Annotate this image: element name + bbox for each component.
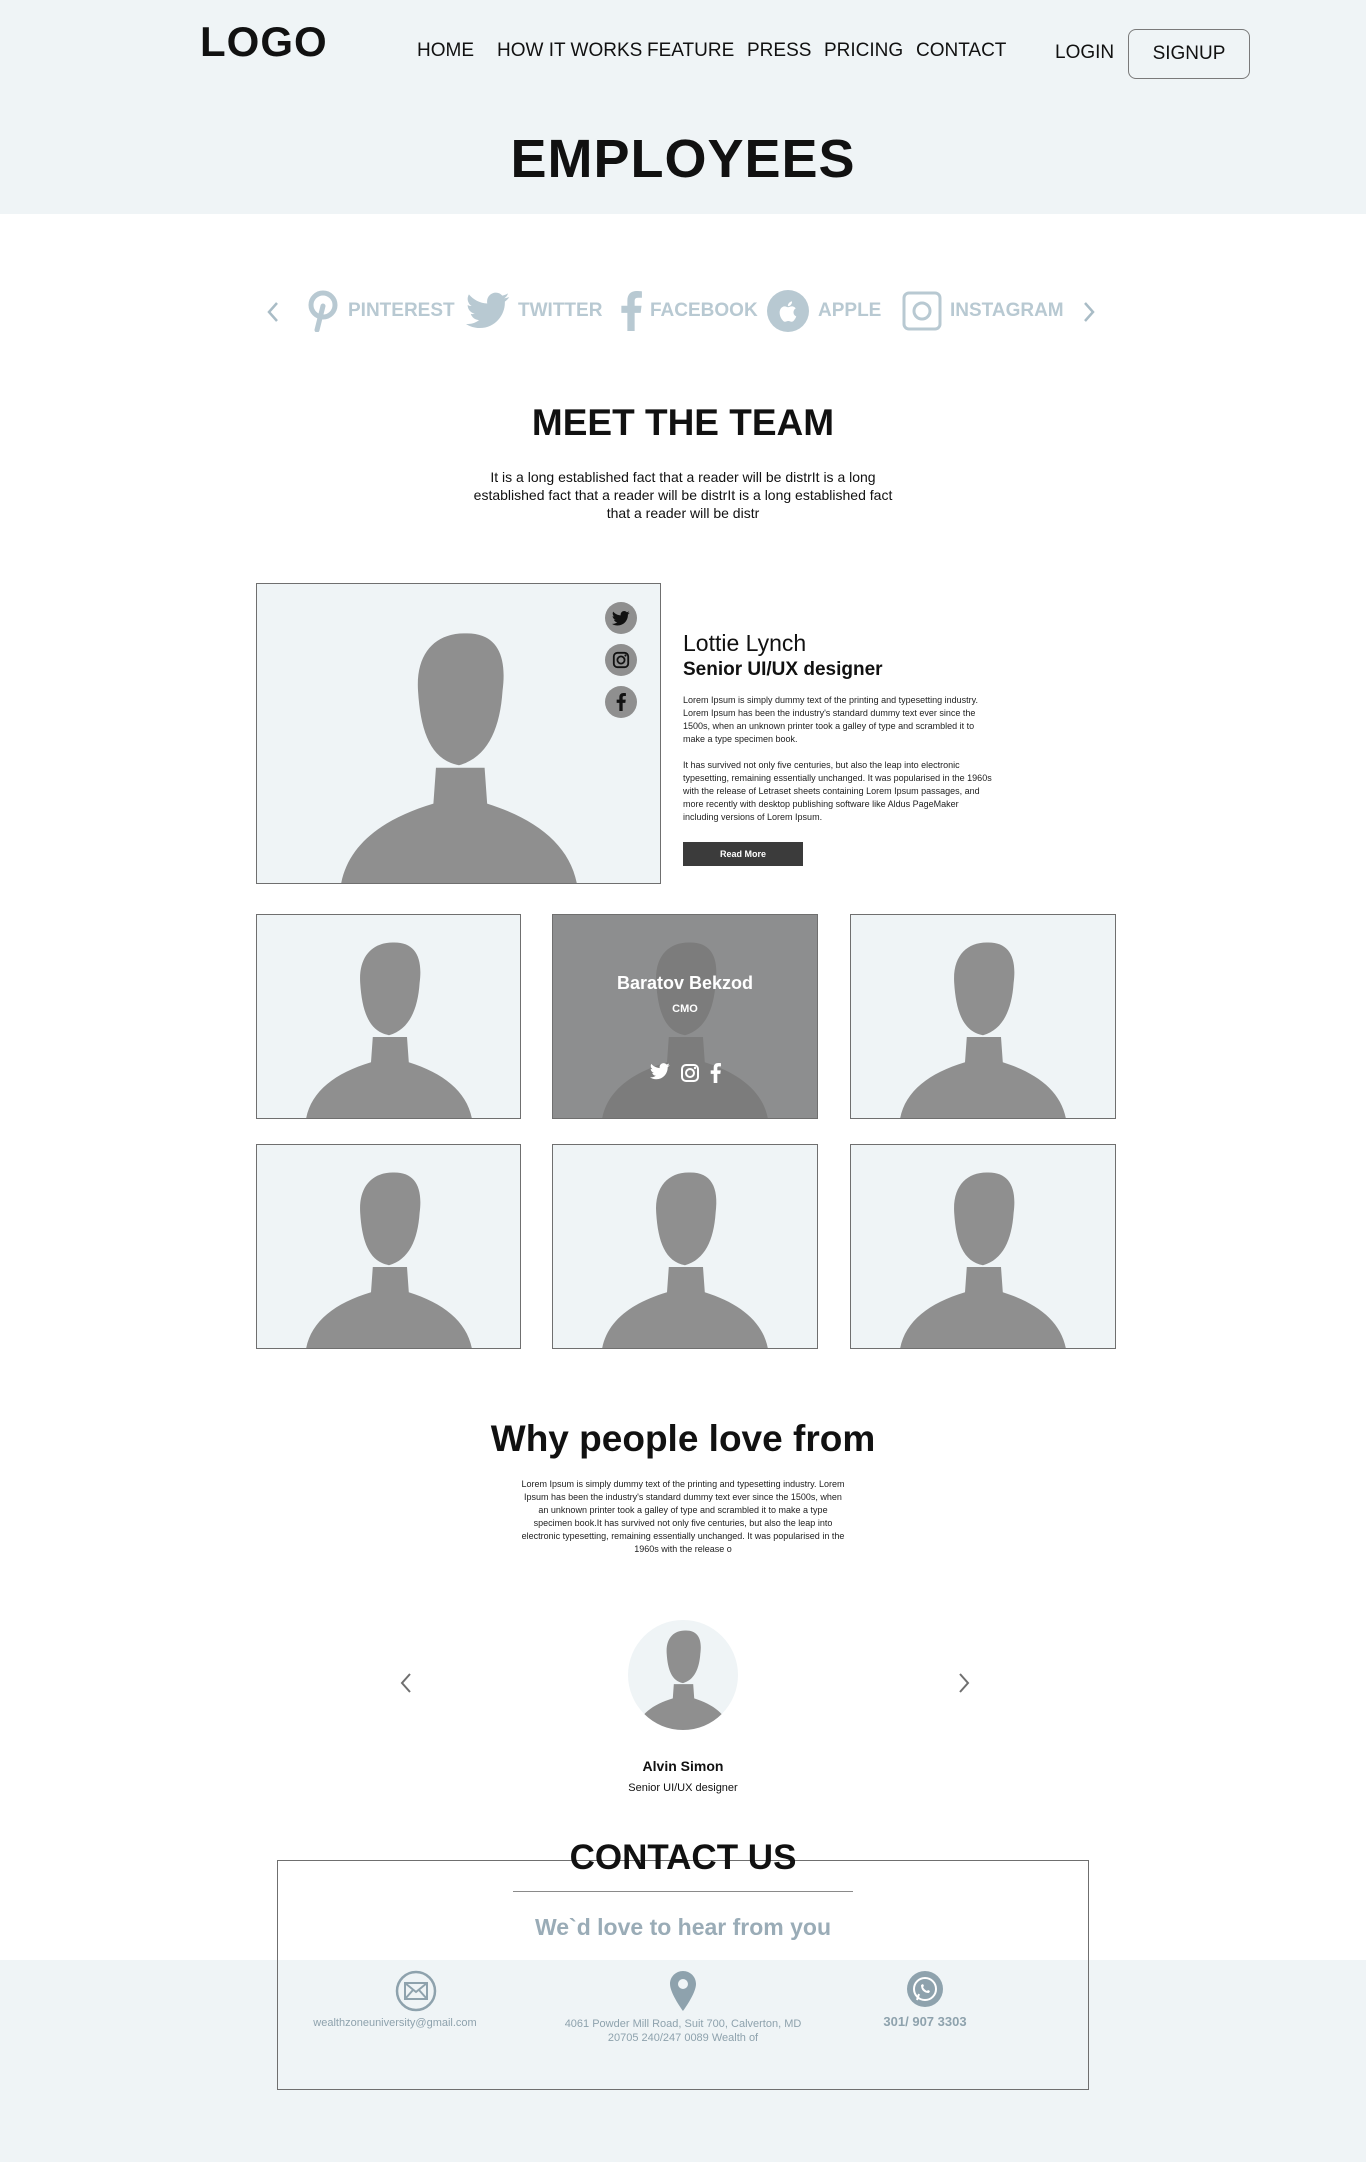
contact-title: CONTACT US bbox=[569, 1838, 797, 1877]
brand-label: APPLE bbox=[818, 300, 882, 321]
mail-icon[interactable] bbox=[395, 1970, 437, 2017]
testimonial-next-chevron-icon[interactable] bbox=[956, 1672, 972, 1699]
why-title: Why people love from bbox=[490, 1418, 876, 1459]
contact-subtitle: We`d love to hear from you bbox=[534, 1914, 832, 1940]
logo[interactable]: LOGO bbox=[200, 18, 328, 66]
team-member-card[interactable] bbox=[256, 1144, 521, 1349]
contact-address: 4061 Powder Mill Road, Suit 700, Calvert… bbox=[564, 2018, 802, 2044]
nav-feature[interactable]: FEATURE bbox=[647, 40, 734, 62]
team-lead: It is a long established fact that a rea… bbox=[473, 469, 893, 521]
team-title: MEET THE TEAM bbox=[531, 402, 835, 443]
read-more-button[interactable]: Read More bbox=[683, 842, 803, 866]
person-silhouette-icon bbox=[305, 942, 472, 1118]
apple-icon bbox=[767, 290, 809, 332]
nav-contact[interactable]: CONTACT bbox=[916, 40, 1006, 62]
featured-member-name: Lottie Lynch bbox=[683, 630, 807, 656]
nav-home[interactable]: HOME bbox=[417, 40, 474, 62]
testimonial-avatar bbox=[628, 1620, 738, 1730]
contact-divider bbox=[513, 1891, 853, 1892]
signup-button[interactable]: SIGNUP bbox=[1128, 29, 1250, 79]
person-silhouette-icon bbox=[602, 1172, 768, 1348]
brands-next-chevron-icon[interactable] bbox=[1080, 300, 1098, 329]
twitter-icon[interactable] bbox=[605, 602, 637, 634]
person-silhouette-icon bbox=[340, 633, 577, 883]
nav-pricing[interactable]: PRICING bbox=[824, 40, 903, 62]
brand-label: TWITTER bbox=[518, 300, 603, 321]
whatsapp-icon[interactable] bbox=[906, 1970, 944, 2013]
brand-label: FACEBOOK bbox=[650, 300, 758, 321]
instagram-icon[interactable] bbox=[680, 1063, 700, 1083]
facebook-icon[interactable] bbox=[605, 686, 637, 718]
brand-twitter[interactable]: TWITTER bbox=[466, 290, 602, 332]
instagram-icon[interactable] bbox=[605, 644, 637, 676]
pinterest-icon bbox=[308, 290, 338, 332]
hover-social-icons bbox=[553, 1063, 817, 1083]
testimonial-prev-chevron-icon[interactable] bbox=[398, 1672, 414, 1699]
card-hover-overlay bbox=[553, 915, 817, 1118]
nav-press[interactable]: PRESS bbox=[747, 40, 811, 62]
featured-member-role: Senior UI/UX designer bbox=[683, 659, 883, 680]
team-member-card[interactable] bbox=[256, 914, 521, 1119]
twitter-icon[interactable] bbox=[649, 1063, 670, 1080]
nav-how-it-works[interactable]: HOW IT WORKS bbox=[497, 40, 642, 62]
location-pin-icon bbox=[668, 1970, 698, 2017]
testimonial-role: Senior UI/UX designer bbox=[628, 1782, 738, 1794]
brand-label: INSTAGRAM bbox=[950, 300, 1064, 321]
team-member-card-hover[interactable]: Baratov Bekzod CMO bbox=[552, 914, 818, 1119]
instagram-icon bbox=[902, 291, 942, 331]
brand-facebook[interactable]: FACEBOOK bbox=[620, 290, 758, 332]
testimonial-name: Alvin Simon bbox=[642, 1758, 724, 1774]
team-member-card[interactable] bbox=[850, 914, 1116, 1119]
brand-instagram[interactable]: INSTAGRAM bbox=[902, 290, 1064, 332]
team-member-card[interactable] bbox=[850, 1144, 1116, 1349]
brand-label: PINTEREST bbox=[348, 300, 455, 321]
team-member-card[interactable] bbox=[552, 1144, 818, 1349]
person-silhouette-icon bbox=[636, 1630, 730, 1730]
brands-prev-chevron-icon[interactable] bbox=[264, 300, 282, 329]
person-silhouette-icon bbox=[900, 1172, 1066, 1348]
featured-member-photo[interactable] bbox=[256, 583, 661, 884]
brand-pinterest[interactable]: PINTEREST bbox=[306, 290, 455, 332]
login-link[interactable]: LOGIN bbox=[1055, 42, 1114, 64]
facebook-icon bbox=[621, 291, 642, 331]
contact-email[interactable]: wealthzoneuniversity@gmail.com bbox=[295, 2017, 495, 2029]
person-silhouette-icon bbox=[305, 1172, 472, 1348]
hover-member-role: CMO bbox=[672, 1003, 698, 1015]
featured-member-bio-1: Lorem Ipsum is simply dummy text of the … bbox=[683, 695, 978, 744]
person-silhouette-icon bbox=[900, 942, 1066, 1118]
brand-apple[interactable]: APPLE bbox=[766, 290, 881, 332]
hover-member-name: Baratov Bekzod bbox=[616, 973, 754, 993]
contact-phone[interactable]: 301/ 907 3303 bbox=[855, 2014, 995, 2029]
facebook-icon[interactable] bbox=[710, 1063, 721, 1083]
page-title: EMPLOYEES bbox=[510, 129, 856, 189]
twitter-icon bbox=[466, 292, 510, 329]
why-text: Lorem Ipsum is simply dummy text of the … bbox=[521, 1479, 845, 1554]
featured-member-bio-2: It has survived not only five centuries,… bbox=[683, 760, 992, 822]
